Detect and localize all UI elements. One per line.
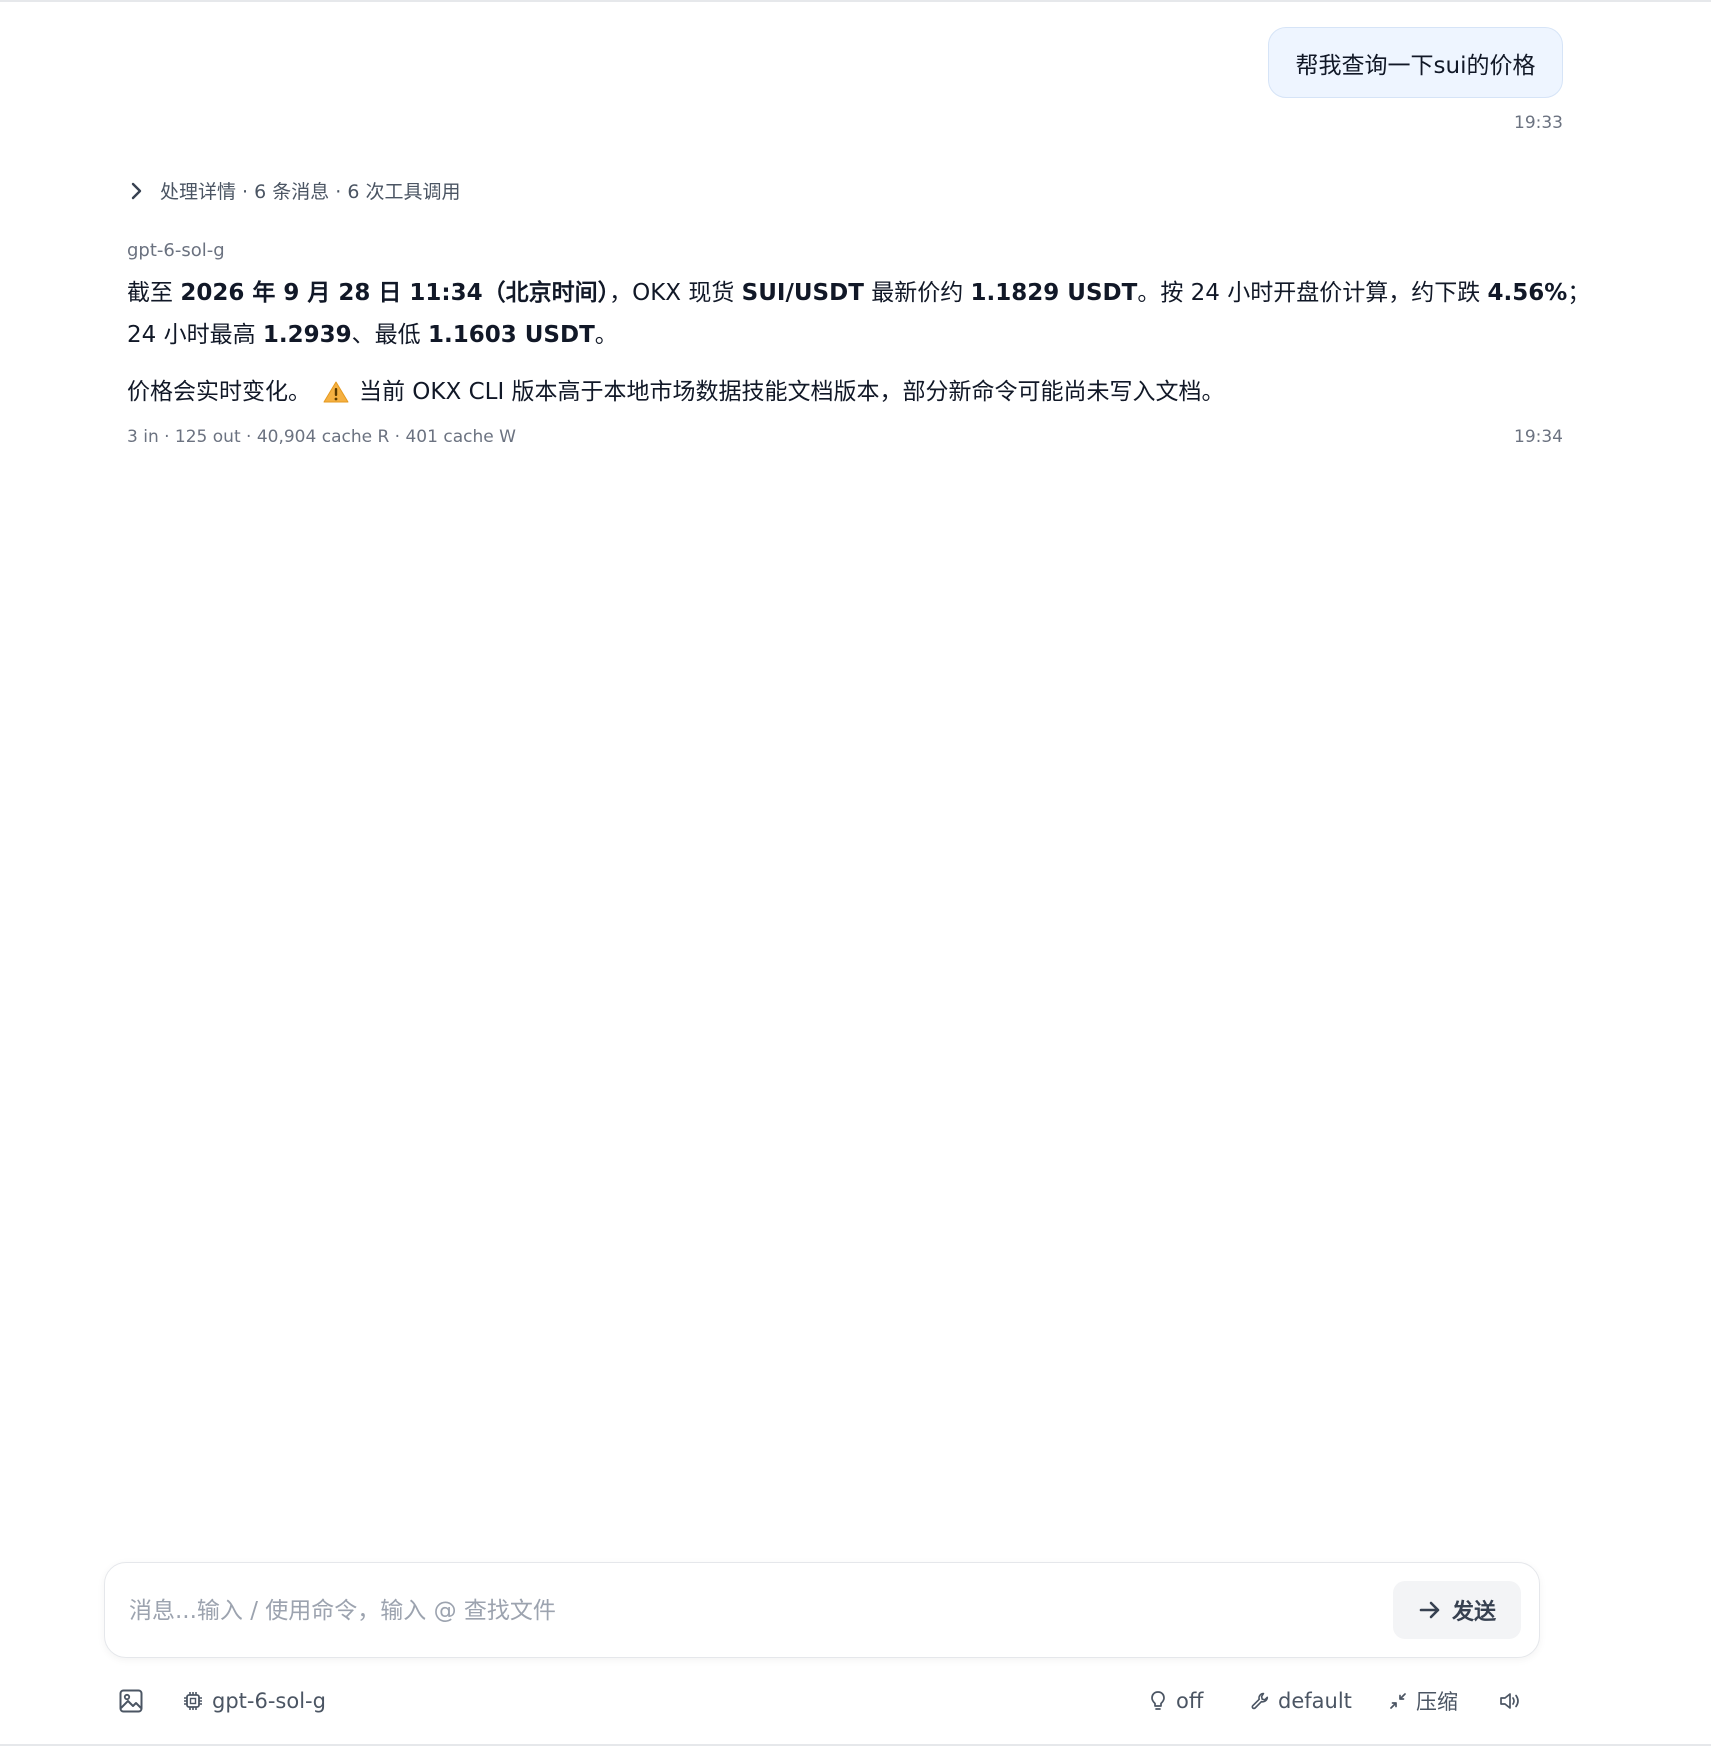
line1-segment: 。按 24 小时开盘价计算，约下跌 bbox=[1137, 280, 1488, 306]
model-selector-label: gpt-6-sol-g bbox=[212, 1689, 326, 1713]
compress-button[interactable]: 压缩 bbox=[1388, 1683, 1458, 1719]
processing-details-text: 处理详情 · 6 条消息 · 6 次工具调用 bbox=[160, 181, 461, 203]
line1-segment: 2026 年 9 月 28 日 11:34（北京时间） bbox=[180, 280, 610, 306]
chip-icon bbox=[182, 1690, 204, 1712]
warning-icon bbox=[323, 380, 349, 404]
user-message-time: 19:33 bbox=[1514, 113, 1563, 133]
line1-segment: ，OKX 现货 bbox=[609, 280, 742, 306]
permission-mode-label: default bbox=[1278, 1689, 1352, 1713]
line2-segment: 。 bbox=[594, 322, 618, 348]
compress-label: 压缩 bbox=[1416, 1690, 1458, 1714]
model-selector[interactable]: gpt-6-sol-g bbox=[182, 1683, 326, 1719]
image-icon bbox=[118, 1688, 144, 1714]
top-divider bbox=[0, 0, 1711, 2]
thinking-label: off bbox=[1176, 1689, 1204, 1713]
lightbulb-icon bbox=[1148, 1690, 1168, 1712]
user-message-bubble: 帮我查询一下sui的价格 bbox=[1268, 27, 1563, 98]
message-composer: 发送 bbox=[104, 1562, 1540, 1658]
user-message-text: 帮我查询一下sui的价格 bbox=[1295, 52, 1536, 79]
send-button[interactable]: 发送 bbox=[1393, 1581, 1521, 1639]
line1-segment: 截至 bbox=[127, 280, 181, 306]
note-prefix: 价格会实时变化。 bbox=[127, 379, 311, 405]
message-input[interactable] bbox=[129, 1585, 1269, 1637]
assistant-model-label: gpt-6-sol-g bbox=[127, 240, 225, 261]
answer-line-1: 截至 2026 年 9 月 28 日 11:34（北京时间），OKX 现货 SU… bbox=[127, 272, 1590, 314]
bottom-divider bbox=[0, 1744, 1711, 1746]
answer-line-2: 24 小时最高 1.2939、最低 1.1603 USDT。 bbox=[127, 314, 1567, 356]
speaker-icon bbox=[1498, 1690, 1522, 1712]
speaker-button[interactable] bbox=[1498, 1683, 1522, 1719]
line2-segment: 24 小时最高 bbox=[127, 322, 263, 348]
permission-mode-selector[interactable]: default bbox=[1250, 1683, 1352, 1719]
line1-segment: 最新价约 bbox=[863, 280, 971, 306]
arrow-right-icon bbox=[1418, 1599, 1442, 1621]
assistant-message-time: 19:34 bbox=[1514, 427, 1563, 447]
chevron-right-icon bbox=[126, 181, 146, 201]
line1-segment: ； bbox=[1567, 280, 1591, 306]
assistant-answer: 截至 2026 年 9 月 28 日 11:34（北京时间），OKX 现货 SU… bbox=[127, 272, 1590, 356]
send-label: 发送 bbox=[1451, 1600, 1496, 1625]
line1-segment: SUI/USDT bbox=[741, 280, 864, 306]
line2-segment: 1.1603 USDT bbox=[427, 322, 595, 348]
wrench-icon bbox=[1250, 1691, 1270, 1711]
assistant-note: 价格会实时变化。 当前 OKX CLI 版本高于本地市场数据技能文档版本，部分新… bbox=[127, 372, 1225, 412]
compress-icon bbox=[1388, 1691, 1408, 1711]
line2-segment: 1.2939 bbox=[262, 322, 352, 348]
thinking-toggle[interactable]: off bbox=[1148, 1683, 1203, 1719]
line2-segment: 、最低 bbox=[351, 322, 428, 348]
attach-image-button[interactable] bbox=[118, 1683, 144, 1719]
line1-segment: 1.1829 USDT bbox=[970, 280, 1138, 306]
note-suffix: 当前 OKX CLI 版本高于本地市场数据技能文档版本，部分新命令可能尚未写入文… bbox=[359, 379, 1225, 405]
processing-details-toggle[interactable]: 处理详情 · 6 条消息 · 6 次工具调用 bbox=[126, 177, 461, 204]
line1-segment: 4.56% bbox=[1487, 280, 1568, 306]
token-usage: 3 in · 125 out · 40,904 cache R · 401 ca… bbox=[127, 427, 516, 447]
